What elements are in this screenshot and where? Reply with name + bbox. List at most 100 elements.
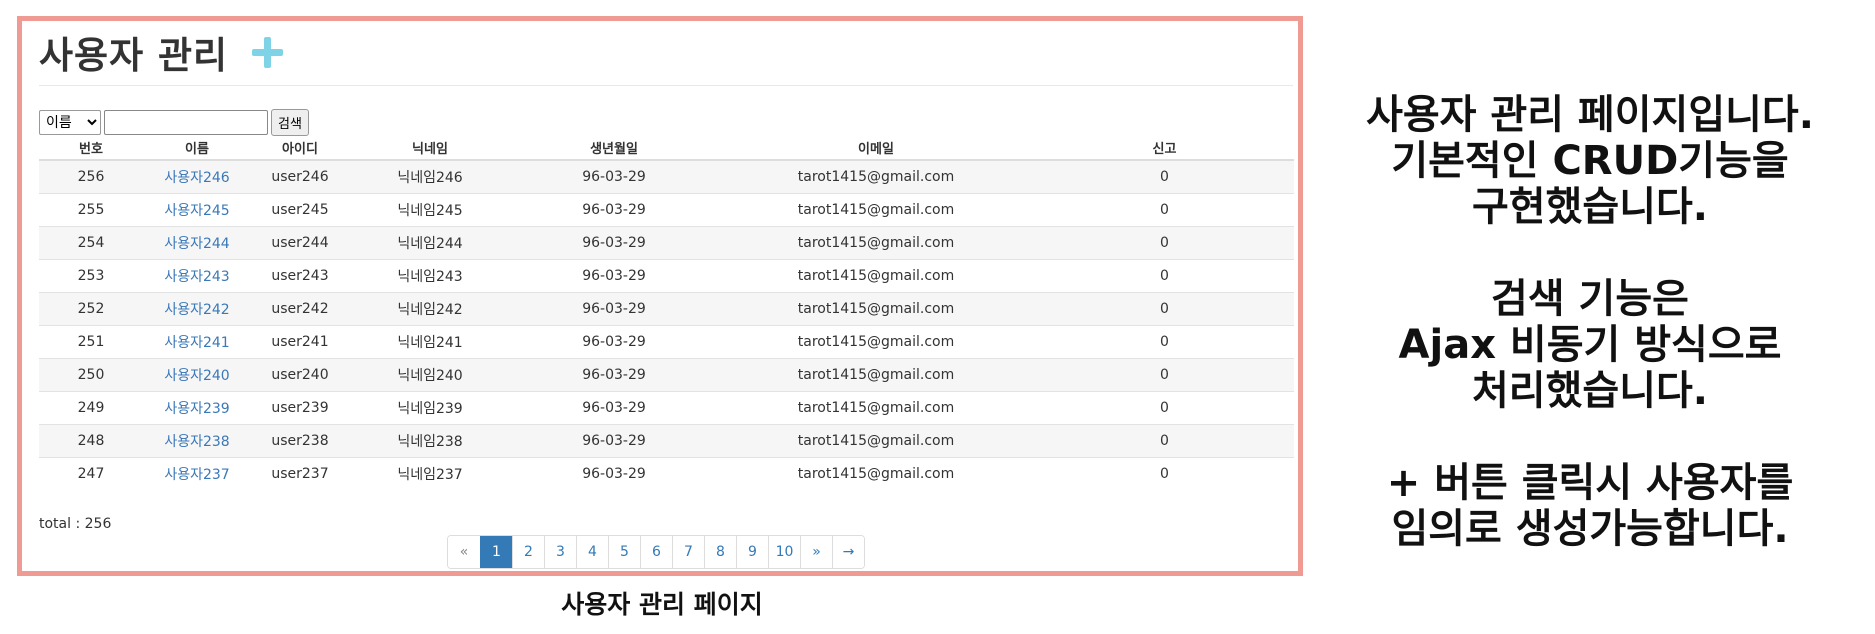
user-nickname: 닉네임244 xyxy=(349,226,511,260)
user-name-link[interactable]: 사용자245 xyxy=(143,193,251,227)
table-row: 256 사용자246 user246 닉네임246 96-03-29 tarot1415@… xyxy=(39,159,1294,194)
description-line: + 버튼 클릭시 사용자를 xyxy=(1386,460,1794,506)
page-1-button[interactable]: 1 xyxy=(480,536,512,568)
user-email: tarot1415@gmail.com xyxy=(717,358,1035,392)
screenshot-frame: 사용자 관리 이름 검색 번호 이름 아이디 닉네임 생년월일 이메일 신고 2… xyxy=(17,16,1303,576)
user-email: tarot1415@gmail.com xyxy=(717,193,1035,227)
row-number: 255 xyxy=(39,193,143,227)
user-report-count: 0 xyxy=(1035,358,1294,392)
search-bar: 이름 검색 xyxy=(39,109,309,136)
row-number: 251 xyxy=(39,325,143,359)
caption: 사용자 관리 페이지 xyxy=(561,590,763,619)
page-3-button[interactable]: 3 xyxy=(544,536,576,568)
description-paragraph: 검색 기능은 Ajax 비동기 방식으로 처리했습니다. xyxy=(1355,276,1825,414)
user-nickname: 닉네임243 xyxy=(349,259,511,293)
table-row: 254 사용자244 user244 닉네임244 96-03-29 tarot1415@… xyxy=(39,226,1294,260)
user-nickname: 닉네임245 xyxy=(349,193,511,227)
user-name-link[interactable]: 사용자241 xyxy=(143,325,251,359)
search-type-select[interactable]: 이름 xyxy=(39,110,101,135)
user-name-link[interactable]: 사용자243 xyxy=(143,259,251,293)
row-number: 254 xyxy=(39,226,143,260)
user-nickname: 닉네임237 xyxy=(349,457,511,490)
prev-page-button[interactable]: « xyxy=(448,536,480,568)
row-number: 253 xyxy=(39,259,143,293)
user-report-count: 0 xyxy=(1035,259,1294,293)
user-id: user243 xyxy=(251,259,349,293)
user-name-link[interactable]: 사용자237 xyxy=(143,457,251,490)
header-divider xyxy=(39,85,1293,86)
user-nickname: 닉네임241 xyxy=(349,325,511,359)
header-number: 번호 xyxy=(39,135,143,161)
user-id: user244 xyxy=(251,226,349,260)
search-input[interactable] xyxy=(104,110,268,135)
table-row: 247 사용자237 user237 닉네임237 96-03-29 tarot1415@… xyxy=(39,457,1294,490)
user-id: user242 xyxy=(251,292,349,326)
user-birthdate: 96-03-29 xyxy=(511,259,717,293)
description-line: 기본적인 CRUD기능을 xyxy=(1391,138,1789,184)
page-6-button[interactable]: 6 xyxy=(640,536,672,568)
user-email: tarot1415@gmail.com xyxy=(717,391,1035,425)
description-line: 검색 기능은 xyxy=(1491,276,1689,322)
header-name: 이름 xyxy=(143,135,251,161)
row-number: 248 xyxy=(39,424,143,458)
user-nickname: 닉네임246 xyxy=(349,159,511,194)
user-name-link[interactable]: 사용자246 xyxy=(143,159,251,194)
search-button[interactable]: 검색 xyxy=(271,109,309,136)
user-birthdate: 96-03-29 xyxy=(511,292,717,326)
user-report-count: 0 xyxy=(1035,457,1294,490)
header-report: 신고 xyxy=(1035,135,1294,161)
description-paragraph: 사용자 관리 페이지입니다. 기본적인 CRUD기능을 구현했습니다. xyxy=(1355,92,1825,230)
table-header-row: 번호 이름 아이디 닉네임 생년월일 이메일 신고 xyxy=(39,135,1294,161)
page-9-button[interactable]: 9 xyxy=(736,536,768,568)
user-birthdate: 96-03-29 xyxy=(511,325,717,359)
page-7-button[interactable]: 7 xyxy=(672,536,704,568)
user-birthdate: 96-03-29 xyxy=(511,424,717,458)
header-nickname: 닉네임 xyxy=(349,135,511,161)
user-id: user241 xyxy=(251,325,349,359)
user-nickname: 닉네임239 xyxy=(349,391,511,425)
row-number: 247 xyxy=(39,457,143,490)
pagination: «1 2 3 4 5 6 7 8 9 10» → xyxy=(447,535,865,569)
user-nickname: 닉네임242 xyxy=(349,292,511,326)
user-nickname: 닉네임240 xyxy=(349,358,511,392)
plus-icon[interactable] xyxy=(250,35,284,69)
user-name-link[interactable]: 사용자240 xyxy=(143,358,251,392)
user-id: user239 xyxy=(251,391,349,425)
user-name-link[interactable]: 사용자242 xyxy=(143,292,251,326)
total-count: total : 256 xyxy=(39,516,112,532)
user-name-link[interactable]: 사용자244 xyxy=(143,226,251,260)
user-birthdate: 96-03-29 xyxy=(511,193,717,227)
row-number: 256 xyxy=(39,159,143,194)
user-report-count: 0 xyxy=(1035,159,1294,194)
table-row: 252 사용자242 user242 닉네임242 96-03-29 tarot1415@… xyxy=(39,292,1294,326)
user-name-link[interactable]: 사용자239 xyxy=(143,391,251,425)
page-10-button[interactable]: 10 xyxy=(768,536,800,568)
user-nickname: 닉네임238 xyxy=(349,424,511,458)
user-id: user245 xyxy=(251,193,349,227)
page-8-button[interactable]: 8 xyxy=(704,536,736,568)
user-name-link[interactable]: 사용자238 xyxy=(143,424,251,458)
row-number: 250 xyxy=(39,358,143,392)
page-2-button[interactable]: 2 xyxy=(512,536,544,568)
header-email: 이메일 xyxy=(717,135,1035,161)
page-5-button[interactable]: 5 xyxy=(608,536,640,568)
user-report-count: 0 xyxy=(1035,325,1294,359)
description-line: Ajax 비동기 방식으로 xyxy=(1398,322,1782,368)
user-report-count: 0 xyxy=(1035,292,1294,326)
user-report-count: 0 xyxy=(1035,226,1294,260)
page-title: 사용자 관리 xyxy=(39,34,229,77)
header-birthdate: 생년월일 xyxy=(511,135,717,161)
page-4-button[interactable]: 4 xyxy=(576,536,608,568)
user-email: tarot1415@gmail.com xyxy=(717,226,1035,260)
header-id: 아이디 xyxy=(251,135,349,161)
description-line: 임의로 생성가능합니다. xyxy=(1391,506,1789,552)
next-page-button[interactable]: » xyxy=(800,536,832,568)
user-table: 번호 이름 아이디 닉네임 생년월일 이메일 신고 256 사용자246 user2… xyxy=(39,135,1294,490)
page-header: 사용자 관리 xyxy=(39,27,284,77)
user-email: tarot1415@gmail.com xyxy=(717,424,1035,458)
user-report-count: 0 xyxy=(1035,424,1294,458)
last-page-button[interactable]: → xyxy=(832,536,864,568)
user-birthdate: 96-03-29 xyxy=(511,159,717,194)
table-row: 250 사용자240 user240 닉네임240 96-03-29 tarot1415@… xyxy=(39,358,1294,392)
user-email: tarot1415@gmail.com xyxy=(717,159,1035,194)
